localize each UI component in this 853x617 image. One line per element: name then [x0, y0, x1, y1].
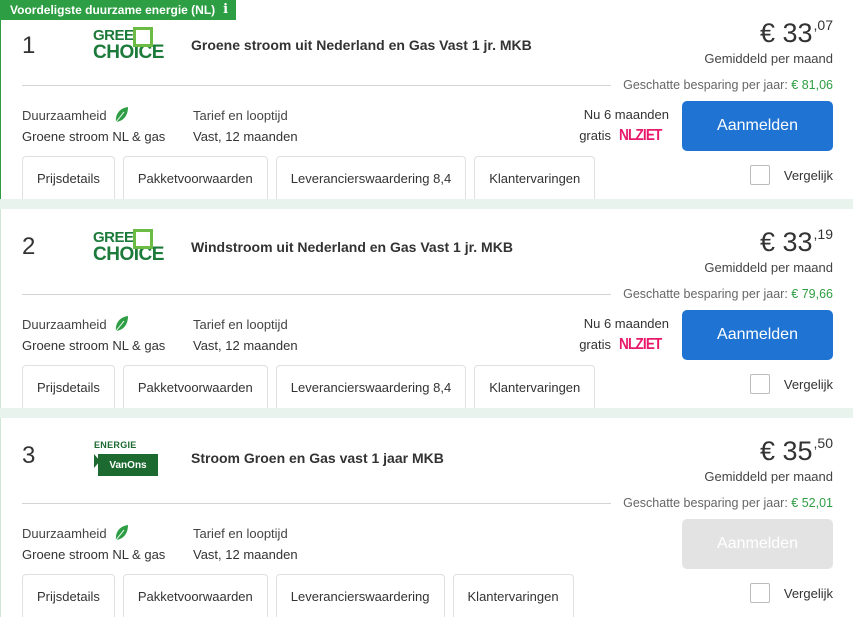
monthly-price: € 33,19: [759, 226, 833, 257]
tab-package-terms[interactable]: Pakketvoorwaarden: [122, 156, 268, 199]
tariff-label: Tarief en looptijd: [193, 317, 288, 332]
compare-checkbox[interactable]: [749, 165, 770, 185]
per-month-label: Gemiddeld per maand: [704, 51, 833, 66]
offer-title[interactable]: Windstroom uit Nederland en Gas Vast 1 j…: [191, 239, 513, 255]
per-month-label: Gemiddeld per maand: [704, 260, 833, 275]
divider: [22, 85, 611, 86]
sustainability-value: Groene stroom NL & gas: [22, 338, 166, 353]
compare-toggle[interactable]: Vergelijk: [749, 374, 833, 394]
tab-package-terms[interactable]: Pakketvoorwaarden: [122, 365, 268, 408]
tariff-value: Vast, 12 maanden: [193, 129, 298, 144]
signup-button[interactable]: Aanmelden: [682, 310, 833, 360]
energievanons-logo: ENERGIE VanOns: [94, 440, 158, 480]
tariff-value: Vast, 12 maanden: [193, 338, 298, 353]
per-month-label: Gemiddeld per maand: [704, 469, 833, 484]
tab-package-terms[interactable]: Pakketvoorwaarden: [122, 574, 268, 617]
tab-price-details[interactable]: Prijsdetails: [22, 156, 115, 199]
tariff-label: Tarief en looptijd: [193, 108, 288, 123]
offer-tabs: Prijsdetails Pakketvoorwaarden Leveranci…: [22, 574, 574, 617]
compare-toggle[interactable]: Vergelijk: [749, 583, 833, 603]
tab-price-details[interactable]: Prijsdetails: [22, 574, 115, 617]
info-icon[interactable]: i: [223, 3, 228, 16]
badge-label: Voordeligste duurzame energie (NL): [10, 3, 216, 17]
offer-title[interactable]: Groene stroom uit Nederland en Gas Vast …: [191, 37, 532, 53]
divider: [22, 503, 611, 504]
promo-nlziet: Nu 6 maanden gratis NLZIET: [579, 316, 669, 353]
divider: [22, 294, 611, 295]
greenchoice-logo: GREEN CHOICE: [93, 229, 164, 265]
leaf-icon: [115, 316, 128, 332]
offer-card-1: Voordeligste duurzame energie (NL) i 1 G…: [0, 0, 853, 199]
nlziet-logo: NLZIET: [619, 127, 662, 144]
nlziet-logo: NLZIET: [619, 336, 662, 353]
tariff-label: Tarief en looptijd: [193, 526, 288, 541]
compare-checkbox[interactable]: [749, 374, 770, 394]
offer-card-3: 3 ENERGIE VanOns Stroom Groen en Gas vas…: [0, 418, 853, 617]
offer-card-2: 2 GREEN CHOICE Windstroom uit Nederland e…: [0, 209, 853, 408]
tariff-value: Vast, 12 maanden: [193, 547, 298, 562]
monthly-price: € 35,50: [759, 435, 833, 466]
sustainability-value: Groene stroom NL & gas: [22, 547, 166, 562]
sustainability-label: Duurzaamheid: [22, 315, 129, 333]
tab-supplier-rating[interactable]: Leverancierswaardering: [275, 574, 445, 617]
tab-supplier-rating[interactable]: Leverancierswaardering 8,4: [275, 365, 467, 408]
sustainability-label: Duurzaamheid: [22, 106, 129, 124]
tab-customer-experiences[interactable]: Klantervaringen: [452, 574, 574, 617]
offer-rank: 1: [22, 32, 36, 59]
offer-tabs: Prijsdetails Pakketvoorwaarden Leveranci…: [22, 365, 596, 408]
greenchoice-logo: GREEN CHOICE: [93, 27, 164, 63]
tab-price-details[interactable]: Prijsdetails: [22, 365, 115, 408]
offer-rank: 3: [22, 442, 36, 469]
tab-supplier-rating[interactable]: Leverancierswaardering 8,4: [275, 156, 467, 199]
yearly-saving: Geschatte besparing per jaar: € 52,01: [623, 496, 833, 510]
best-sustainable-badge: Voordeligste duurzame energie (NL) i: [1, 0, 237, 20]
promo-nlziet: Nu 6 maanden gratis NLZIET: [579, 107, 669, 144]
leaf-icon: [115, 107, 128, 123]
sustainability-value: Groene stroom NL & gas: [22, 129, 166, 144]
yearly-saving: Geschatte besparing per jaar: € 81,06: [623, 78, 833, 92]
tab-customer-experiences[interactable]: Klantervaringen: [474, 365, 596, 408]
offer-rank: 2: [22, 233, 36, 260]
tab-customer-experiences[interactable]: Klantervaringen: [474, 156, 596, 199]
yearly-saving: Geschatte besparing per jaar: € 79,66: [623, 287, 833, 301]
offer-title[interactable]: Stroom Groen en Gas vast 1 jaar MKB: [191, 450, 444, 466]
signup-button[interactable]: Aanmelden: [682, 101, 833, 151]
sustainability-label: Duurzaamheid: [22, 524, 129, 542]
leaf-icon: [115, 525, 128, 541]
compare-checkbox[interactable]: [749, 583, 770, 603]
offers-list: Voordeligste duurzame energie (NL) i 1 G…: [0, 0, 853, 617]
signup-button-disabled[interactable]: Aanmelden: [682, 519, 833, 569]
monthly-price: € 33,07: [759, 17, 833, 48]
compare-toggle[interactable]: Vergelijk: [749, 165, 833, 185]
offer-tabs: Prijsdetails Pakketvoorwaarden Leveranci…: [22, 156, 596, 199]
